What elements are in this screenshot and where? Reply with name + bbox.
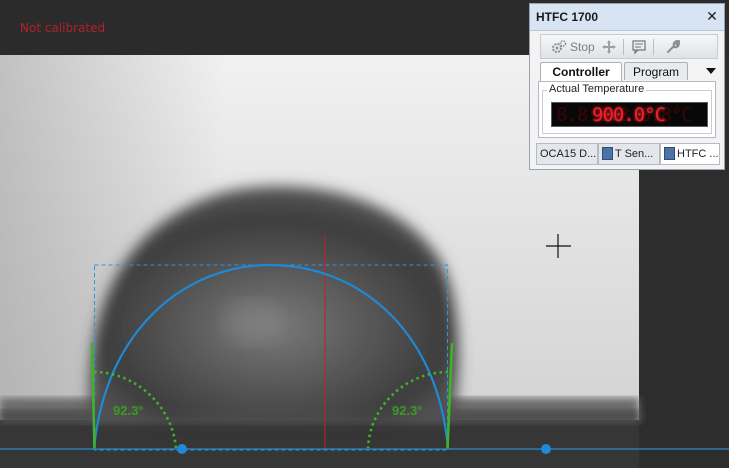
sensor-icon bbox=[602, 147, 613, 160]
right-angle-label: 92.3° bbox=[392, 403, 423, 418]
htfc-window[interactable]: HTFC 1700 ✕ Stop Controller Program Actu… bbox=[529, 3, 725, 170]
window-tabs: Controller Program bbox=[536, 62, 720, 82]
bottom-tab-htfc[interactable]: HTFC ... bbox=[660, 143, 720, 165]
temperature-led-display: 8.8.8.8.8.8°C 900.0°C bbox=[551, 102, 708, 127]
tab-controller[interactable]: Controller bbox=[540, 62, 622, 82]
window-toolbar: Stop bbox=[540, 34, 718, 59]
temperature-value: 900.0°C bbox=[592, 104, 666, 126]
comment-button[interactable] bbox=[631, 39, 647, 55]
bottom-tabs: OCA15 D... T Sen... HTFC ... bbox=[536, 143, 722, 165]
toolbar-separator bbox=[653, 39, 654, 55]
window-titlebar[interactable]: HTFC 1700 ✕ bbox=[530, 4, 724, 31]
left-angle-label: 92.3° bbox=[113, 403, 144, 418]
comment-icon bbox=[632, 40, 646, 55]
chevron-down-icon[interactable] bbox=[704, 65, 718, 77]
calibration-status: Not calibrated bbox=[20, 21, 106, 35]
toolbar-separator bbox=[623, 39, 624, 55]
move-button[interactable] bbox=[601, 39, 617, 55]
tab-program[interactable]: Program bbox=[624, 62, 688, 80]
baseline-handle-right[interactable] bbox=[541, 444, 551, 454]
move-arrows-icon bbox=[602, 40, 616, 54]
stop-label: Stop bbox=[570, 40, 595, 54]
wrench-icon bbox=[667, 39, 681, 53]
close-icon[interactable]: ✕ bbox=[704, 8, 720, 24]
window-title: HTFC 1700 bbox=[536, 10, 599, 24]
bottom-tab-oca15[interactable]: OCA15 D... bbox=[536, 143, 598, 165]
bottom-tab-label: OCA15 D... bbox=[540, 148, 597, 160]
gears-icon bbox=[552, 40, 567, 53]
drop-reflection bbox=[222, 300, 282, 344]
htfc-icon bbox=[664, 147, 675, 160]
stop-button[interactable]: Stop bbox=[551, 39, 595, 55]
bottom-tab-temp-sensor[interactable]: T Sen... bbox=[598, 143, 660, 165]
bottom-tab-label: T Sen... bbox=[615, 148, 654, 160]
temperature-group-label: Actual Temperature bbox=[547, 83, 647, 95]
baseline-handle-left[interactable] bbox=[177, 444, 187, 454]
controller-panel: Actual Temperature 8.8.8.8.8.8°C 900.0°C bbox=[538, 81, 716, 138]
bottom-tab-label: HTFC ... bbox=[677, 148, 719, 160]
settings-button[interactable] bbox=[665, 39, 681, 55]
